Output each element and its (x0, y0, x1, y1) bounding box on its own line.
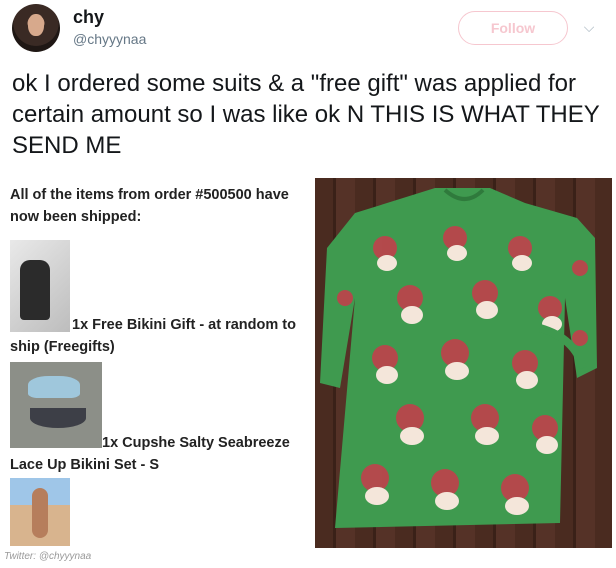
order-email-screenshot: All of the items from order #500500 have… (8, 178, 313, 548)
tweet-header: chy @chyyynaa Follow ⌵ (0, 0, 616, 60)
email-intro: All of the items from order #500500 have… (10, 187, 289, 225)
tweet-media[interactable]: All of the items from order #500500 have… (8, 178, 612, 548)
tweet-text: ok I ordered some suits & a "free gift" … (12, 70, 600, 159)
follow-button[interactable]: Follow (458, 11, 568, 45)
dress-photo (315, 178, 612, 548)
avatar[interactable] (12, 4, 60, 52)
chevron-down-icon[interactable]: ⌵ (580, 18, 598, 36)
user-handle[interactable]: @chyyynaa (73, 31, 146, 47)
reindeer-dress-image (320, 188, 597, 528)
image-credit: Twitter: @chyyynaa (4, 551, 92, 562)
display-name[interactable]: chy (73, 7, 104, 28)
model-thumbnail (10, 478, 70, 546)
order-item-1: 1x Free Bikini Gift - at random to ship … (10, 317, 296, 355)
order-item-2: 1x Cupshe Salty Seabreeze Lace Up Bikini… (10, 435, 290, 473)
